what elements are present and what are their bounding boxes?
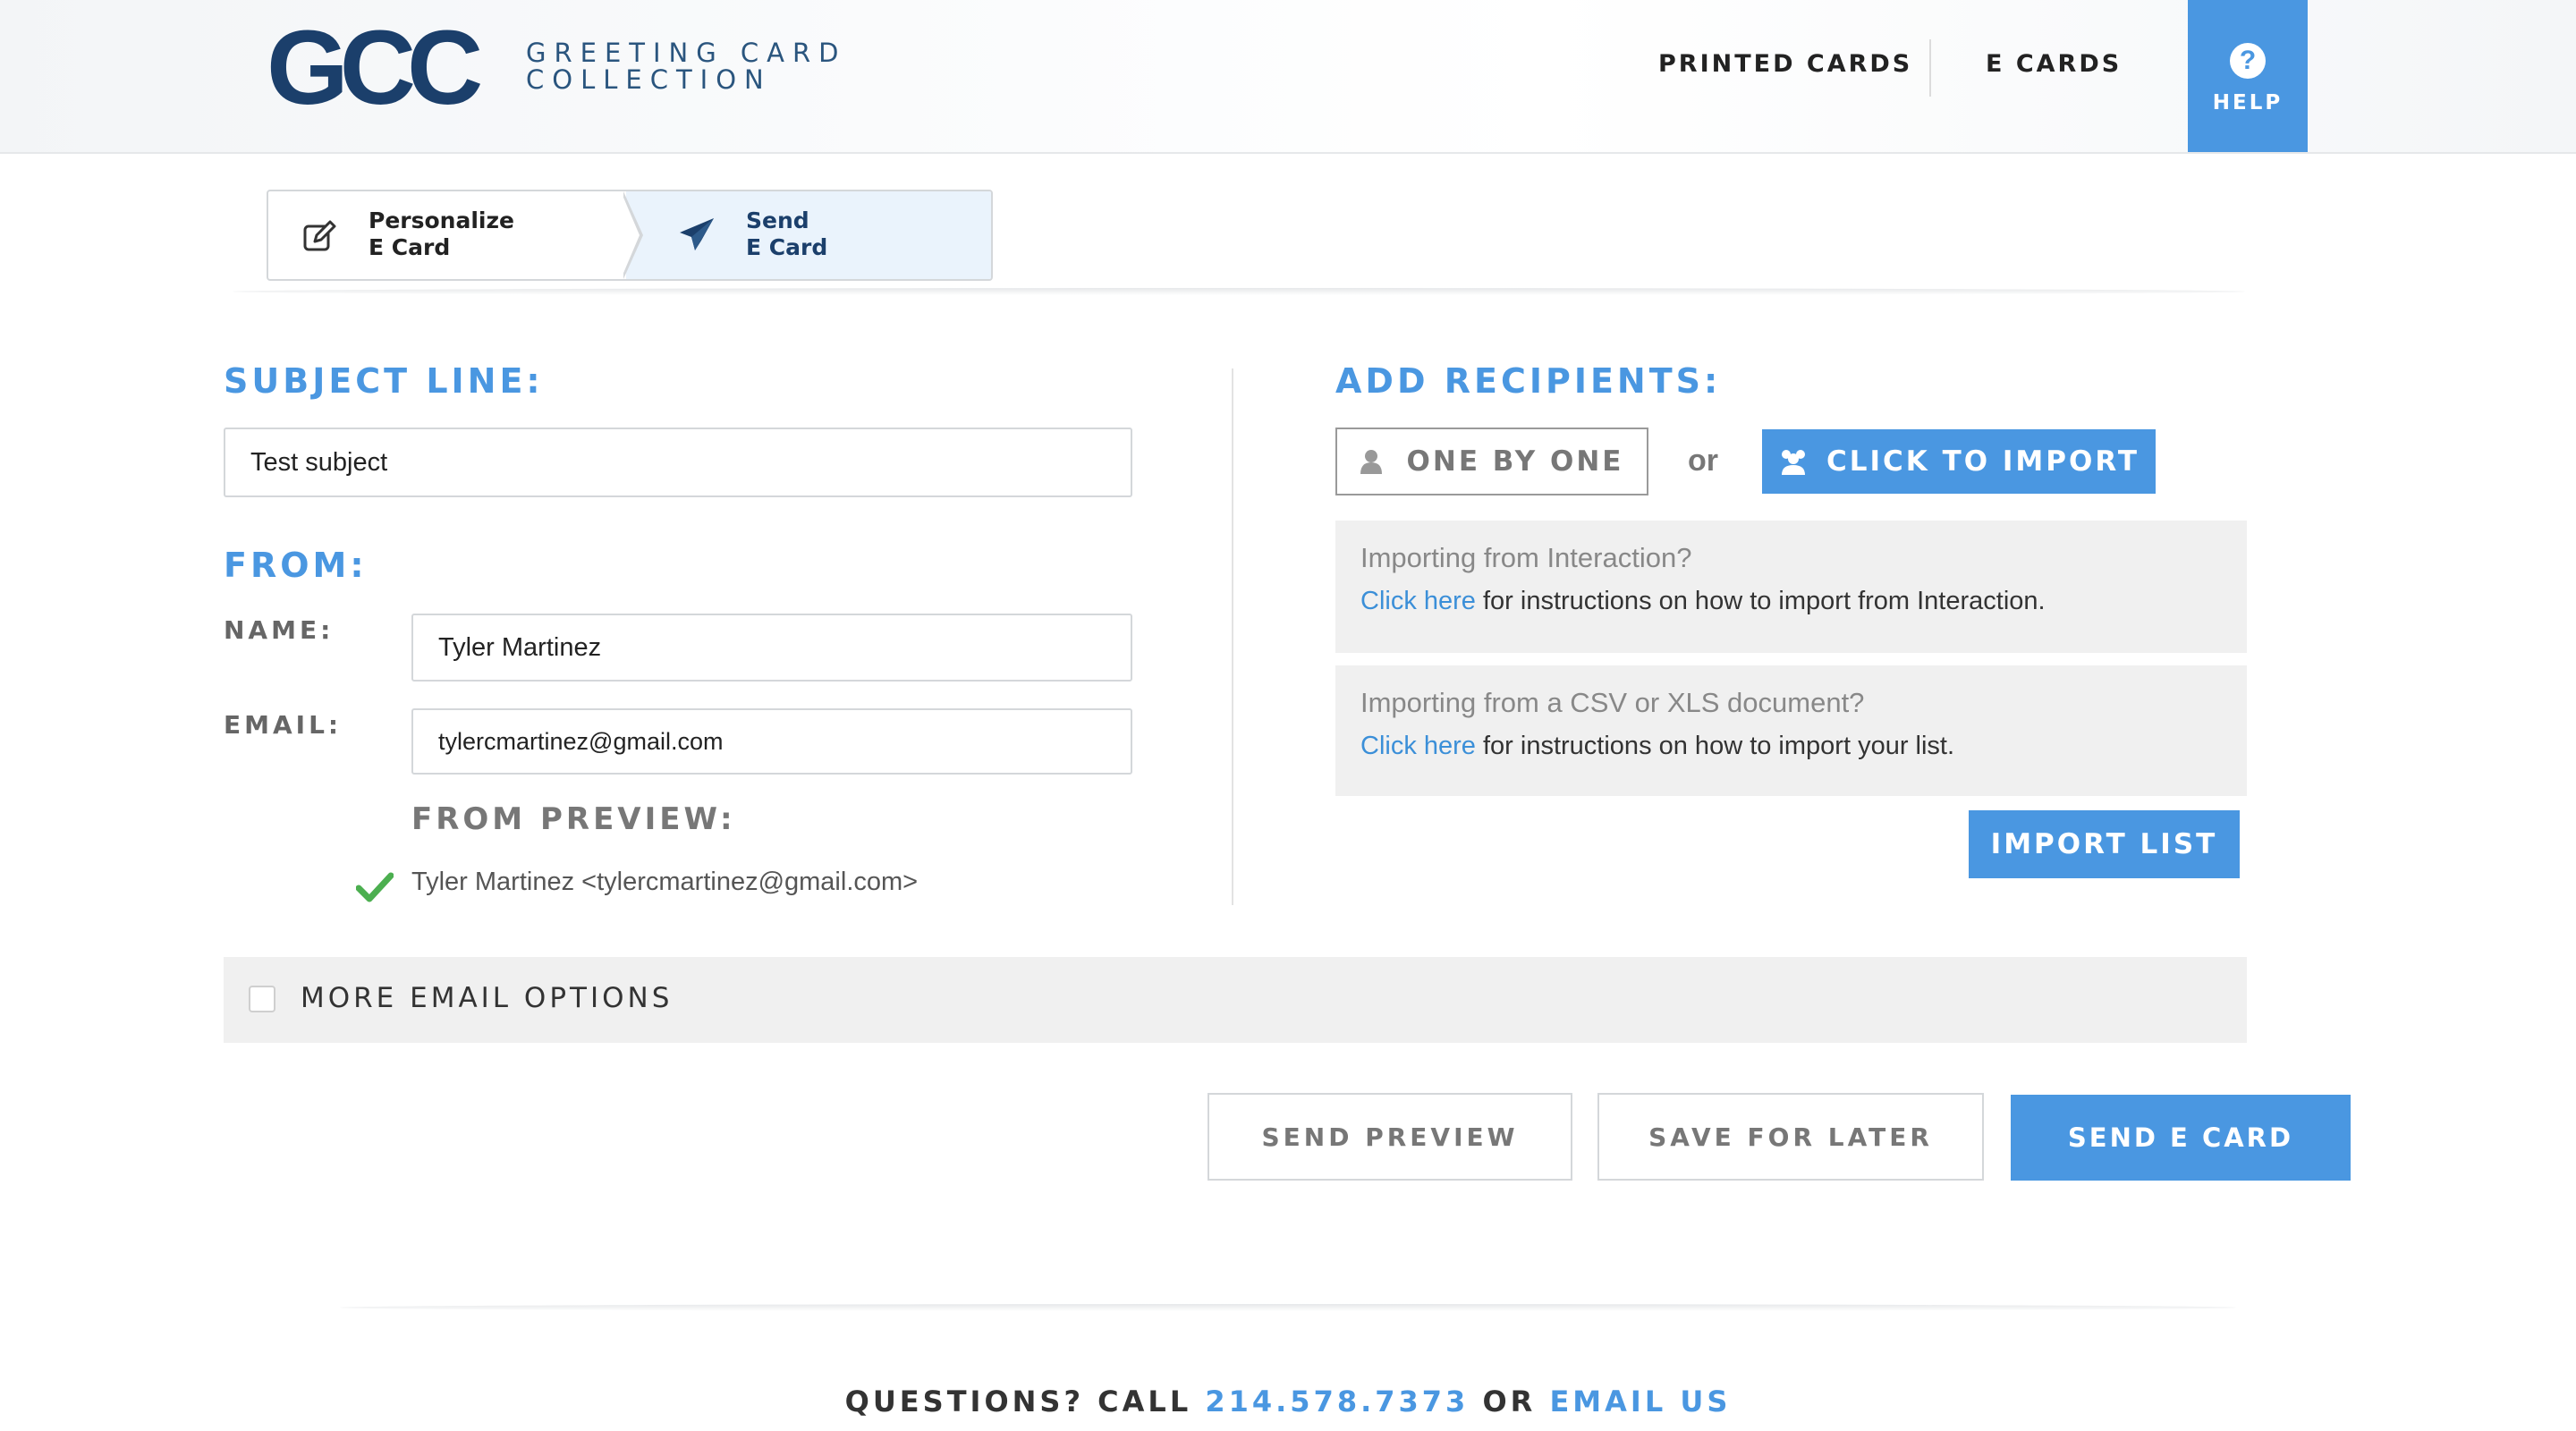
- csv-info-title: Importing from a CSV or XLS document?: [1360, 687, 1865, 718]
- nav-e-cards[interactable]: E CARDS: [1986, 50, 2122, 78]
- nav-divider: [1929, 39, 1931, 97]
- step-separator-inner: [622, 193, 640, 277]
- csv-info-text: for instructions on how to import your l…: [1475, 732, 1955, 760]
- brand-line-1: GREETING CARD: [526, 38, 847, 68]
- name-field[interactable]: Tyler Martinez: [411, 614, 1132, 682]
- checkmark-icon: [355, 871, 394, 908]
- footer-email-link[interactable]: EMAIL US: [1549, 1384, 1731, 1418]
- help-button[interactable]: ? HELP: [2188, 0, 2308, 152]
- footer-phone-link[interactable]: 214.578.7373: [1205, 1384, 1469, 1418]
- csv-info-body: Click here for instructions on how to im…: [1360, 732, 2222, 761]
- save-for-later-button[interactable]: SAVE FOR LATER: [1597, 1093, 1984, 1181]
- step-personalize-line1: Personalize: [369, 207, 514, 233]
- section-divider-top: [233, 288, 2245, 295]
- brand-name: GREETING CARD COLLECTION: [526, 39, 847, 93]
- from-preview-title: FROM PREVIEW:: [411, 801, 736, 837]
- send-e-card-button[interactable]: SEND E CARD: [2011, 1095, 2351, 1181]
- import-list-button[interactable]: IMPORT LIST: [1969, 810, 2240, 878]
- or-text: or: [1688, 444, 1718, 478]
- email-field[interactable]: tylercmartinez@gmail.com: [411, 708, 1132, 775]
- more-options-label: MORE EMAIL OPTIONS: [301, 982, 674, 1014]
- from-title: FROM:: [224, 546, 368, 585]
- interaction-info-body: Click here for instructions on how to im…: [1360, 587, 2222, 616]
- add-recipients-title: ADD RECIPIENTS:: [1335, 361, 1722, 401]
- csv-info-box: Importing from a CSV or XLS document? Cl…: [1335, 665, 2247, 796]
- click-to-import-label: CLICK TO IMPORT: [1826, 445, 2140, 478]
- one-by-one-button[interactable]: ONE BY ONE: [1335, 428, 1648, 495]
- paper-plane-icon: [678, 216, 716, 258]
- subject-line-title: SUBJECT LINE:: [224, 361, 544, 401]
- question-circle-icon: ?: [2230, 43, 2266, 79]
- more-email-options-bar[interactable]: MORE EMAIL OPTIONS: [224, 957, 2247, 1043]
- csv-click-here-link[interactable]: Click here: [1360, 732, 1476, 760]
- help-label: HELP: [2212, 91, 2284, 114]
- edit-icon: [302, 218, 338, 258]
- step-indicator: Personalize E Card Send E Card: [267, 190, 993, 281]
- step-personalize[interactable]: Personalize E Card: [369, 207, 514, 261]
- brand-line-2: COLLECTION: [526, 64, 772, 95]
- click-to-import-button[interactable]: CLICK TO IMPORT: [1762, 429, 2156, 494]
- user-icon: [1360, 450, 1382, 474]
- subject-input[interactable]: Test subject: [224, 428, 1132, 497]
- footer-or: OR: [1469, 1384, 1550, 1418]
- interaction-info-title: Importing from Interaction?: [1360, 542, 1692, 573]
- more-options-checkbox[interactable]: [249, 986, 275, 1012]
- step-send[interactable]: Send E Card: [746, 207, 827, 261]
- gcc-logo[interactable]: GCC: [267, 25, 508, 114]
- interaction-click-here-link[interactable]: Click here: [1360, 587, 1476, 615]
- email-label: EMAIL:: [224, 710, 343, 740]
- from-preview-value: Tyler Martinez <tylercmartinez@gmail.com…: [411, 868, 919, 896]
- step-personalize-line2: E Card: [369, 234, 451, 260]
- site-header: GCC GREETING CARD COLLECTION PRINTED CAR…: [0, 0, 2576, 154]
- column-divider: [1232, 368, 1233, 905]
- users-icon: [1782, 450, 1805, 475]
- name-label: NAME:: [224, 615, 335, 645]
- logo-letters: GCC: [267, 25, 480, 114]
- nav-printed-cards[interactable]: PRINTED CARDS: [1658, 50, 1912, 78]
- one-by-one-label: ONE BY ONE: [1406, 445, 1624, 478]
- step-send-line2: E Card: [746, 234, 828, 260]
- step-send-line1: Send: [746, 207, 809, 233]
- section-divider-bottom: [340, 1304, 2236, 1311]
- interaction-info-text: for instructions on how to import from I…: [1475, 587, 2046, 615]
- footer-questions: QUESTIONS? CALL: [844, 1384, 1206, 1418]
- footer-contact: QUESTIONS? CALL 214.578.7373 OR EMAIL US: [0, 1384, 2576, 1418]
- send-preview-button[interactable]: SEND PREVIEW: [1208, 1093, 1572, 1181]
- interaction-info-box: Importing from Interaction? Click here f…: [1335, 521, 2247, 653]
